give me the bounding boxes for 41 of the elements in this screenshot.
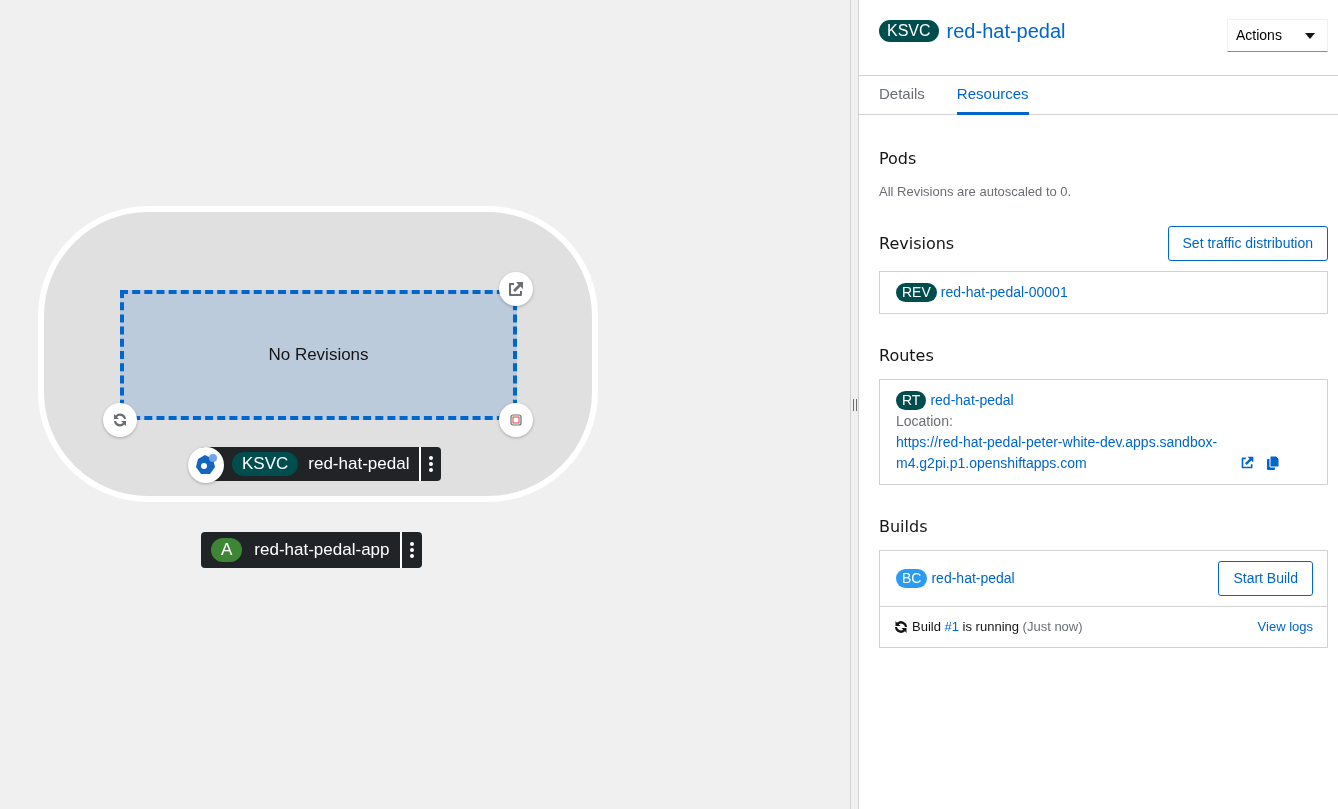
- application-name: red-hat-pedal-app: [254, 539, 390, 562]
- source-icon[interactable]: [507, 411, 525, 429]
- tab[interactable]: Details: [879, 76, 925, 115]
- location-label: Location:: [896, 411, 954, 431]
- pods-message: All Revisions are autoscaled to 0.: [879, 183, 1073, 202]
- section-heading: Pods: [879, 149, 918, 169]
- build-status: Build #1 is running (Just now): [912, 618, 1083, 637]
- resource-badge: RT: [896, 390, 927, 410]
- resource-link[interactable]: red-hat-pedal: [931, 568, 1015, 590]
- application-badge: A: [211, 537, 243, 563]
- set-traffic-button[interactable]: Set traffic distribution: [1167, 225, 1328, 261]
- section-heading: Revisions: [879, 233, 955, 253]
- resource-link[interactable]: red-hat-pedal: [930, 389, 1014, 411]
- knative-logo-icon: [194, 453, 218, 477]
- resource-link[interactable]: red-hat-pedal-00001: [940, 281, 1068, 303]
- view-logs-link[interactable]: View logs: [1257, 617, 1313, 637]
- refresh-icon[interactable]: [111, 411, 129, 429]
- external-link-icon[interactable]: [1240, 454, 1255, 470]
- kebab-icon[interactable]: [409, 542, 414, 558]
- service-node[interactable]: No Revisions: [120, 290, 517, 420]
- resource-badge: BC: [896, 569, 928, 588]
- resize-handle[interactable]: [852, 398, 857, 411]
- service-name: red-hat-pedal: [308, 453, 410, 476]
- section-heading: Routes: [879, 345, 935, 365]
- section-heading: Builds: [879, 516, 929, 537]
- application-label[interactable]: A red-hat-pedal-app: [201, 532, 422, 568]
- caret-icon: [1305, 32, 1315, 39]
- start-build-button[interactable]: Start Build: [1218, 561, 1313, 597]
- build-number-link[interactable]: #1: [944, 619, 959, 635]
- route-url[interactable]: https://red-hat-pedal-peter-white-dev.apps.sandbox-m4.g2pi.p1.openshiftapps.com: [896, 431, 1236, 474]
- empty-state-text: No Revisions: [268, 344, 369, 367]
- tab[interactable]: Resources: [956, 76, 1029, 115]
- kebab-icon[interactable]: [429, 456, 434, 472]
- resource-badge: KSVC: [879, 20, 939, 42]
- resource-title: red-hat-pedal: [946, 19, 1066, 44]
- resource-badge: REV: [896, 282, 937, 302]
- external-link-icon[interactable]: [507, 280, 525, 298]
- copy-icon[interactable]: [1267, 455, 1279, 470]
- resource-badge: KSVC: [232, 451, 299, 477]
- sync-icon: [894, 619, 908, 634]
- actions-dropdown[interactable]: Actions: [1227, 19, 1328, 52]
